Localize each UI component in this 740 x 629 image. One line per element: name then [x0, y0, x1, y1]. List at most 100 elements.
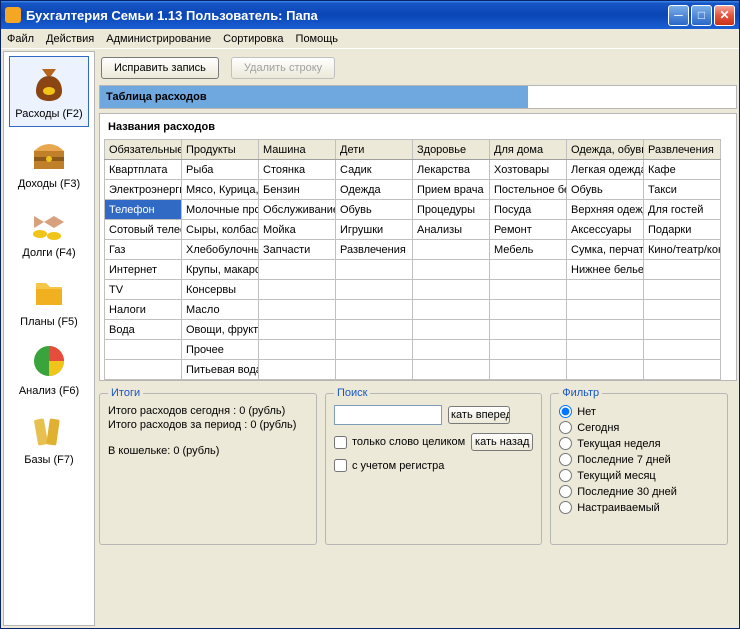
menu-item-actions[interactable]: Действия: [46, 33, 94, 45]
menu-item-sort[interactable]: Сортировка: [223, 33, 283, 45]
nav-plans[interactable]: Планы (F5): [9, 265, 89, 334]
table-cell[interactable]: Нижнее белье: [567, 260, 644, 280]
table-cell[interactable]: [105, 340, 182, 360]
table-cell[interactable]: [644, 340, 721, 360]
table-cell[interactable]: [490, 300, 567, 320]
table-cell[interactable]: [336, 260, 413, 280]
table-cell[interactable]: [490, 260, 567, 280]
table-cell[interactable]: Консервы: [182, 280, 259, 300]
table-cell[interactable]: Сотовый телефон: [105, 220, 182, 240]
table-cell[interactable]: [644, 260, 721, 280]
table-cell[interactable]: Стоянка: [259, 160, 336, 180]
table-cell[interactable]: Сыры, колбасы: [182, 220, 259, 240]
search-input[interactable]: [334, 405, 442, 425]
table-cell[interactable]: Развлечения: [336, 240, 413, 260]
filter-radio[interactable]: [559, 405, 572, 418]
table-cell[interactable]: [490, 340, 567, 360]
table-cell[interactable]: [490, 360, 567, 380]
table-cell[interactable]: Бензин: [259, 180, 336, 200]
table-cell[interactable]: [567, 280, 644, 300]
table-cell[interactable]: [644, 320, 721, 340]
table-cell[interactable]: Масло: [182, 300, 259, 320]
delete-row-button[interactable]: Удалить строку: [231, 57, 335, 79]
nav-income[interactable]: Доходы (F3): [9, 127, 89, 196]
table-cell[interactable]: Крупы, макароны: [182, 260, 259, 280]
filter-radio[interactable]: [559, 501, 572, 514]
nav-expenses[interactable]: Расходы (F2): [9, 56, 89, 127]
table-cell[interactable]: [413, 240, 490, 260]
table-cell[interactable]: Легкая одежда: [567, 160, 644, 180]
table-cell[interactable]: Анализы: [413, 220, 490, 240]
table-cell[interactable]: [105, 360, 182, 380]
menu-item-file[interactable]: Файл: [7, 33, 34, 45]
table-cell[interactable]: Постельное белье: [490, 180, 567, 200]
menu-item-admin[interactable]: Администрирование: [106, 33, 211, 45]
table-cell[interactable]: Мебель: [490, 240, 567, 260]
column-header[interactable]: Обязательные: [105, 140, 182, 160]
column-header[interactable]: Здоровье: [413, 140, 490, 160]
table-cell[interactable]: Подарки: [644, 220, 721, 240]
table-cell[interactable]: Вода: [105, 320, 182, 340]
search-forward-button[interactable]: кать вперед: [448, 406, 510, 424]
expense-categories-table[interactable]: ОбязательныеПродуктыМашинаДетиЗдоровье Дл…: [104, 139, 721, 380]
table-cell[interactable]: Молочные продукты: [182, 200, 259, 220]
whole-word-checkbox[interactable]: [334, 436, 347, 449]
table-cell[interactable]: [567, 320, 644, 340]
column-header[interactable]: Развлечения: [644, 140, 721, 160]
table-cell[interactable]: [413, 320, 490, 340]
table-cell[interactable]: Сумка, перчатки: [567, 240, 644, 260]
table-cell[interactable]: [413, 300, 490, 320]
table-cell[interactable]: [259, 360, 336, 380]
table-cell[interactable]: Мойка: [259, 220, 336, 240]
table-cell[interactable]: Питьевая вода: [182, 360, 259, 380]
table-cell[interactable]: [567, 340, 644, 360]
table-cell[interactable]: Одежда: [336, 180, 413, 200]
table-cell[interactable]: Посуда: [490, 200, 567, 220]
table-cell[interactable]: Прием врача: [413, 180, 490, 200]
filter-radio[interactable]: [559, 453, 572, 466]
column-header[interactable]: Одежда, обувь: [567, 140, 644, 160]
search-backward-button[interactable]: кать назад: [471, 433, 533, 451]
table-cell[interactable]: [644, 360, 721, 380]
edit-record-button[interactable]: Исправить запись: [101, 57, 219, 79]
table-cell[interactable]: [413, 260, 490, 280]
table-cell[interactable]: Запчасти: [259, 240, 336, 260]
table-cell[interactable]: [259, 300, 336, 320]
table-cell[interactable]: Квартплата: [105, 160, 182, 180]
column-header[interactable]: Продукты: [182, 140, 259, 160]
table-cell[interactable]: Газ: [105, 240, 182, 260]
table-cell[interactable]: [336, 320, 413, 340]
table-cell[interactable]: Игрушки: [336, 220, 413, 240]
table-cell[interactable]: [413, 360, 490, 380]
table-cell[interactable]: [490, 320, 567, 340]
maximize-button[interactable]: □: [691, 5, 712, 26]
table-cell[interactable]: TV: [105, 280, 182, 300]
table-cell[interactable]: Овощи, фрукты: [182, 320, 259, 340]
menu-item-help[interactable]: Помощь: [296, 33, 339, 45]
table-cell[interactable]: Прочее: [182, 340, 259, 360]
table-cell[interactable]: Аксессуары: [567, 220, 644, 240]
table-cell[interactable]: [567, 360, 644, 380]
table-cell[interactable]: Электроэнергия: [105, 180, 182, 200]
table-cell[interactable]: Обувь: [567, 180, 644, 200]
table-cell[interactable]: [336, 340, 413, 360]
table-cell[interactable]: [336, 360, 413, 380]
table-cell[interactable]: Кафе: [644, 160, 721, 180]
table-cell[interactable]: [644, 280, 721, 300]
table-cell[interactable]: Садик: [336, 160, 413, 180]
table-cell[interactable]: Обувь: [336, 200, 413, 220]
table-cell[interactable]: [413, 340, 490, 360]
table-cell[interactable]: Хозтовары: [490, 160, 567, 180]
nav-databases[interactable]: Базы (F7): [9, 403, 89, 472]
table-cell[interactable]: [413, 280, 490, 300]
table-cell[interactable]: Для гостей: [644, 200, 721, 220]
column-header[interactable]: Дети: [336, 140, 413, 160]
table-cell[interactable]: Кино/театр/концерт: [644, 240, 721, 260]
title-bar[interactable]: Бухгалтерия Семьи 1.13 Пользователь: Пап…: [1, 1, 739, 29]
close-button[interactable]: ✕: [714, 5, 735, 26]
table-cell[interactable]: Мясо, Курица, Свинина: [182, 180, 259, 200]
column-header[interactable]: Машина: [259, 140, 336, 160]
table-cell[interactable]: [259, 280, 336, 300]
table-cell[interactable]: [259, 320, 336, 340]
table-cell[interactable]: Телефон: [105, 200, 182, 220]
